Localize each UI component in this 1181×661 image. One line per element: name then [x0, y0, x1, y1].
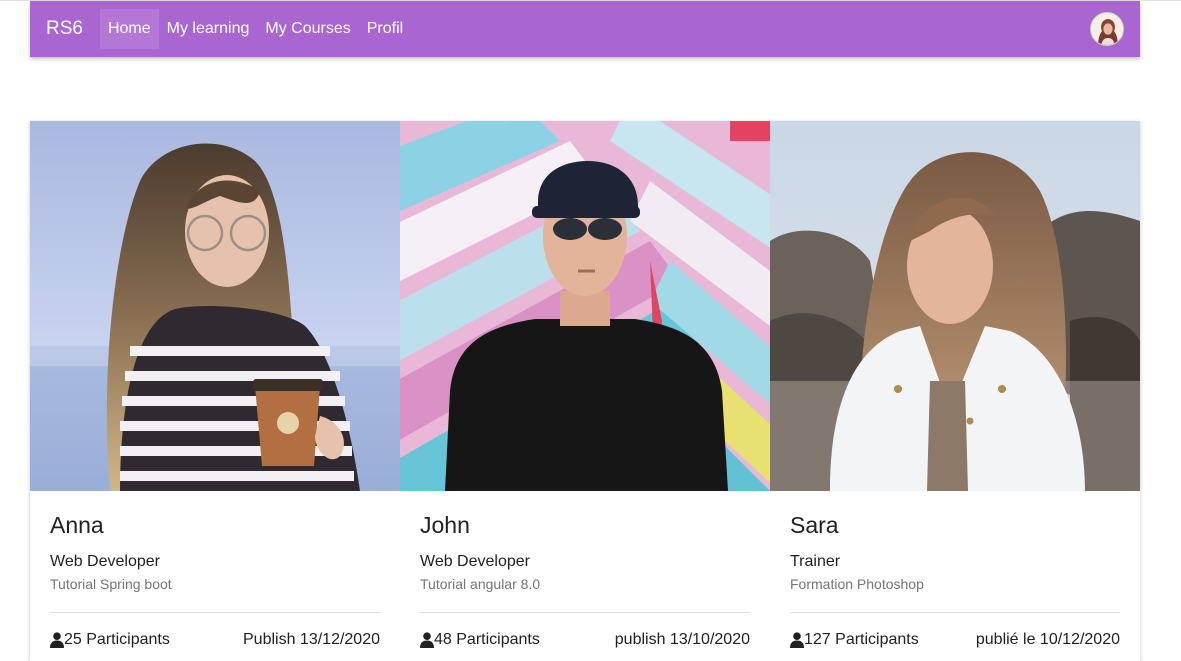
card-course: Tutorial angular 8.0: [420, 576, 541, 592]
publish-date: Publish 13/12/2020: [243, 631, 380, 648]
course-card[interactable]: Sara Trainer Formation Photoshop 127 Par…: [770, 121, 1140, 661]
participants-count: 25 Participants: [64, 631, 170, 648]
nav-item-profil[interactable]: Profil: [359, 9, 411, 49]
participants: 25 Participants: [50, 631, 170, 649]
participants: 127 Participants: [790, 631, 919, 649]
course-card[interactable]: Anna Web Developer Tutorial Spring boot …: [30, 121, 400, 661]
card-role: Web Developer: [420, 553, 530, 570]
card-photo-john: [400, 121, 770, 491]
nav-item-my-courses[interactable]: My Courses: [257, 9, 358, 49]
nav-item-home[interactable]: Home: [99, 9, 159, 49]
card-footer: 25 Participants Publish 13/12/2020: [50, 631, 380, 649]
card-photo-anna: [30, 121, 400, 491]
user-icon: [790, 632, 804, 648]
brand-logo[interactable]: RS6: [46, 18, 83, 40]
navbar: RS6 Home My learning My Courses Profil: [30, 1, 1140, 57]
participants-count: 127 Participants: [804, 631, 919, 648]
card-footer: 127 Participants publié le 10/12/2020: [790, 631, 1120, 649]
card-footer: 48 Participants publish 13/10/2020: [420, 631, 750, 649]
card-name: Sara: [790, 512, 839, 538]
card-divider: [790, 612, 1120, 613]
participants-count: 48 Participants: [434, 631, 540, 648]
course-cards: Anna Web Developer Tutorial Spring boot …: [30, 121, 1140, 661]
course-card[interactable]: John Web Developer Tutorial angular 8.0 …: [400, 121, 770, 661]
user-icon: [420, 632, 434, 648]
card-course: Tutorial Spring boot: [50, 576, 172, 592]
card-photo-sara: [770, 121, 1140, 491]
nav-item-my-learning[interactable]: My learning: [159, 9, 258, 49]
card-divider: [50, 612, 380, 613]
card-name: John: [420, 512, 470, 538]
publish-date: publish 13/10/2020: [614, 631, 750, 648]
avatar-portrait-image: [1091, 13, 1123, 45]
user-avatar[interactable]: [1090, 12, 1124, 46]
card-course: Formation Photoshop: [790, 576, 924, 592]
participants: 48 Participants: [420, 631, 540, 649]
publish-date: publié le 10/12/2020: [975, 631, 1120, 648]
user-icon: [50, 632, 64, 648]
card-name: Anna: [50, 512, 104, 538]
card-role: Trainer: [790, 553, 841, 570]
card-role: Web Developer: [50, 553, 160, 570]
card-divider: [420, 612, 750, 613]
